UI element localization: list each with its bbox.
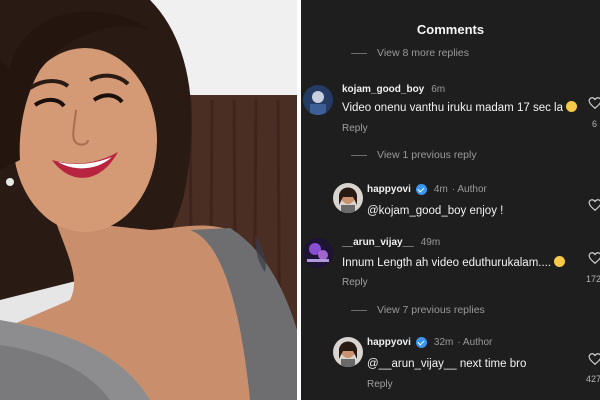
- reply-button[interactable]: Reply: [342, 277, 368, 288]
- avatar-image: [333, 183, 363, 213]
- heart-outline-icon[interactable]: [588, 198, 600, 212]
- avatar-image: [303, 85, 333, 115]
- comment-meta: happyovi 32m · Author: [367, 337, 492, 348]
- profile-photo: [0, 0, 297, 400]
- comment-time: 49m: [420, 237, 441, 248]
- comment-item: kojam_good_boy 6m Video onenu vanthu iru…: [301, 80, 600, 140]
- avatar[interactable]: [333, 183, 363, 213]
- username[interactable]: happyovi: [367, 337, 411, 348]
- comment-meta: happyovi 4m · Author: [367, 184, 487, 195]
- grinning-sweat-emoji: [566, 101, 577, 112]
- comment-text: Innum Length ah video eduthurukalam....: [342, 256, 566, 269]
- view-more-replies-label: View 8 more replies: [377, 47, 470, 59]
- view-previous-replies-button[interactable]: View 7 previous replies: [351, 304, 485, 316]
- verified-badge-icon: [415, 337, 427, 348]
- portrait-illustration: [0, 0, 297, 400]
- avatar-image: [333, 337, 363, 367]
- view-more-replies-button[interactable]: View 8 more replies: [351, 47, 469, 59]
- comment-text-content: Video onenu vanthu iruku madam 17 sec la: [342, 102, 563, 114]
- heart-outline-icon[interactable]: [588, 352, 600, 366]
- reply-button[interactable]: Reply: [342, 123, 368, 134]
- comment-text-content: Innum Length ah video eduthurukalam....: [342, 257, 552, 269]
- thread-line: [351, 154, 367, 156]
- username[interactable]: kojam_good_boy: [342, 84, 424, 95]
- comment-time: 4m: [433, 184, 448, 195]
- avatar-image: [303, 238, 333, 268]
- like-count: 6: [592, 119, 598, 129]
- disappointed-face-emoji: [554, 256, 566, 267]
- like-count: 172: [586, 274, 600, 284]
- heart-outline-icon[interactable]: [588, 251, 600, 265]
- comment-text: @__arun_vijay__ next time bro: [367, 358, 527, 370]
- comment-time: 32m: [433, 337, 454, 348]
- avatar[interactable]: [303, 238, 333, 268]
- like-count: 427: [586, 374, 600, 384]
- comments-title: Comments: [416, 22, 485, 37]
- author-tag: · Author: [457, 337, 493, 348]
- comment-text: Video onenu vanthu iruku madam 17 sec la: [342, 101, 577, 114]
- comment-meta: kojam_good_boy 6m: [342, 84, 445, 95]
- reply-item: happyovi 4m · Author @kojam_good_boy enj…: [301, 180, 600, 235]
- comment-text: @kojam_good_boy enjoy !: [367, 205, 504, 217]
- thread-line: [351, 52, 367, 54]
- thread-line: [351, 309, 367, 311]
- heart-outline-icon[interactable]: [588, 96, 600, 110]
- comment-meta: __arun_vijay__ 49m: [342, 237, 440, 248]
- reply-button[interactable]: Reply: [367, 379, 393, 390]
- username[interactable]: __arun_vijay__: [342, 237, 414, 248]
- view-previous-replies-button[interactable]: View 1 previous reply: [351, 149, 477, 161]
- reply-item: happyovi 32m · Author @__arun_vijay__ ne…: [301, 334, 600, 400]
- comment-item: __arun_vijay__ 49m Innum Length ah video…: [301, 234, 600, 294]
- username[interactable]: happyovi: [367, 184, 411, 195]
- author-tag: · Author: [451, 184, 487, 195]
- comments-panel: Comments View 8 more replies kojam_good_…: [301, 0, 600, 400]
- view-previous-replies-label: View 7 previous replies: [377, 304, 485, 316]
- comment-time: 6m: [431, 84, 446, 95]
- view-previous-replies-label: View 1 previous reply: [377, 149, 477, 161]
- verified-badge-icon: [415, 184, 427, 195]
- avatar[interactable]: [303, 85, 333, 115]
- avatar[interactable]: [333, 337, 363, 367]
